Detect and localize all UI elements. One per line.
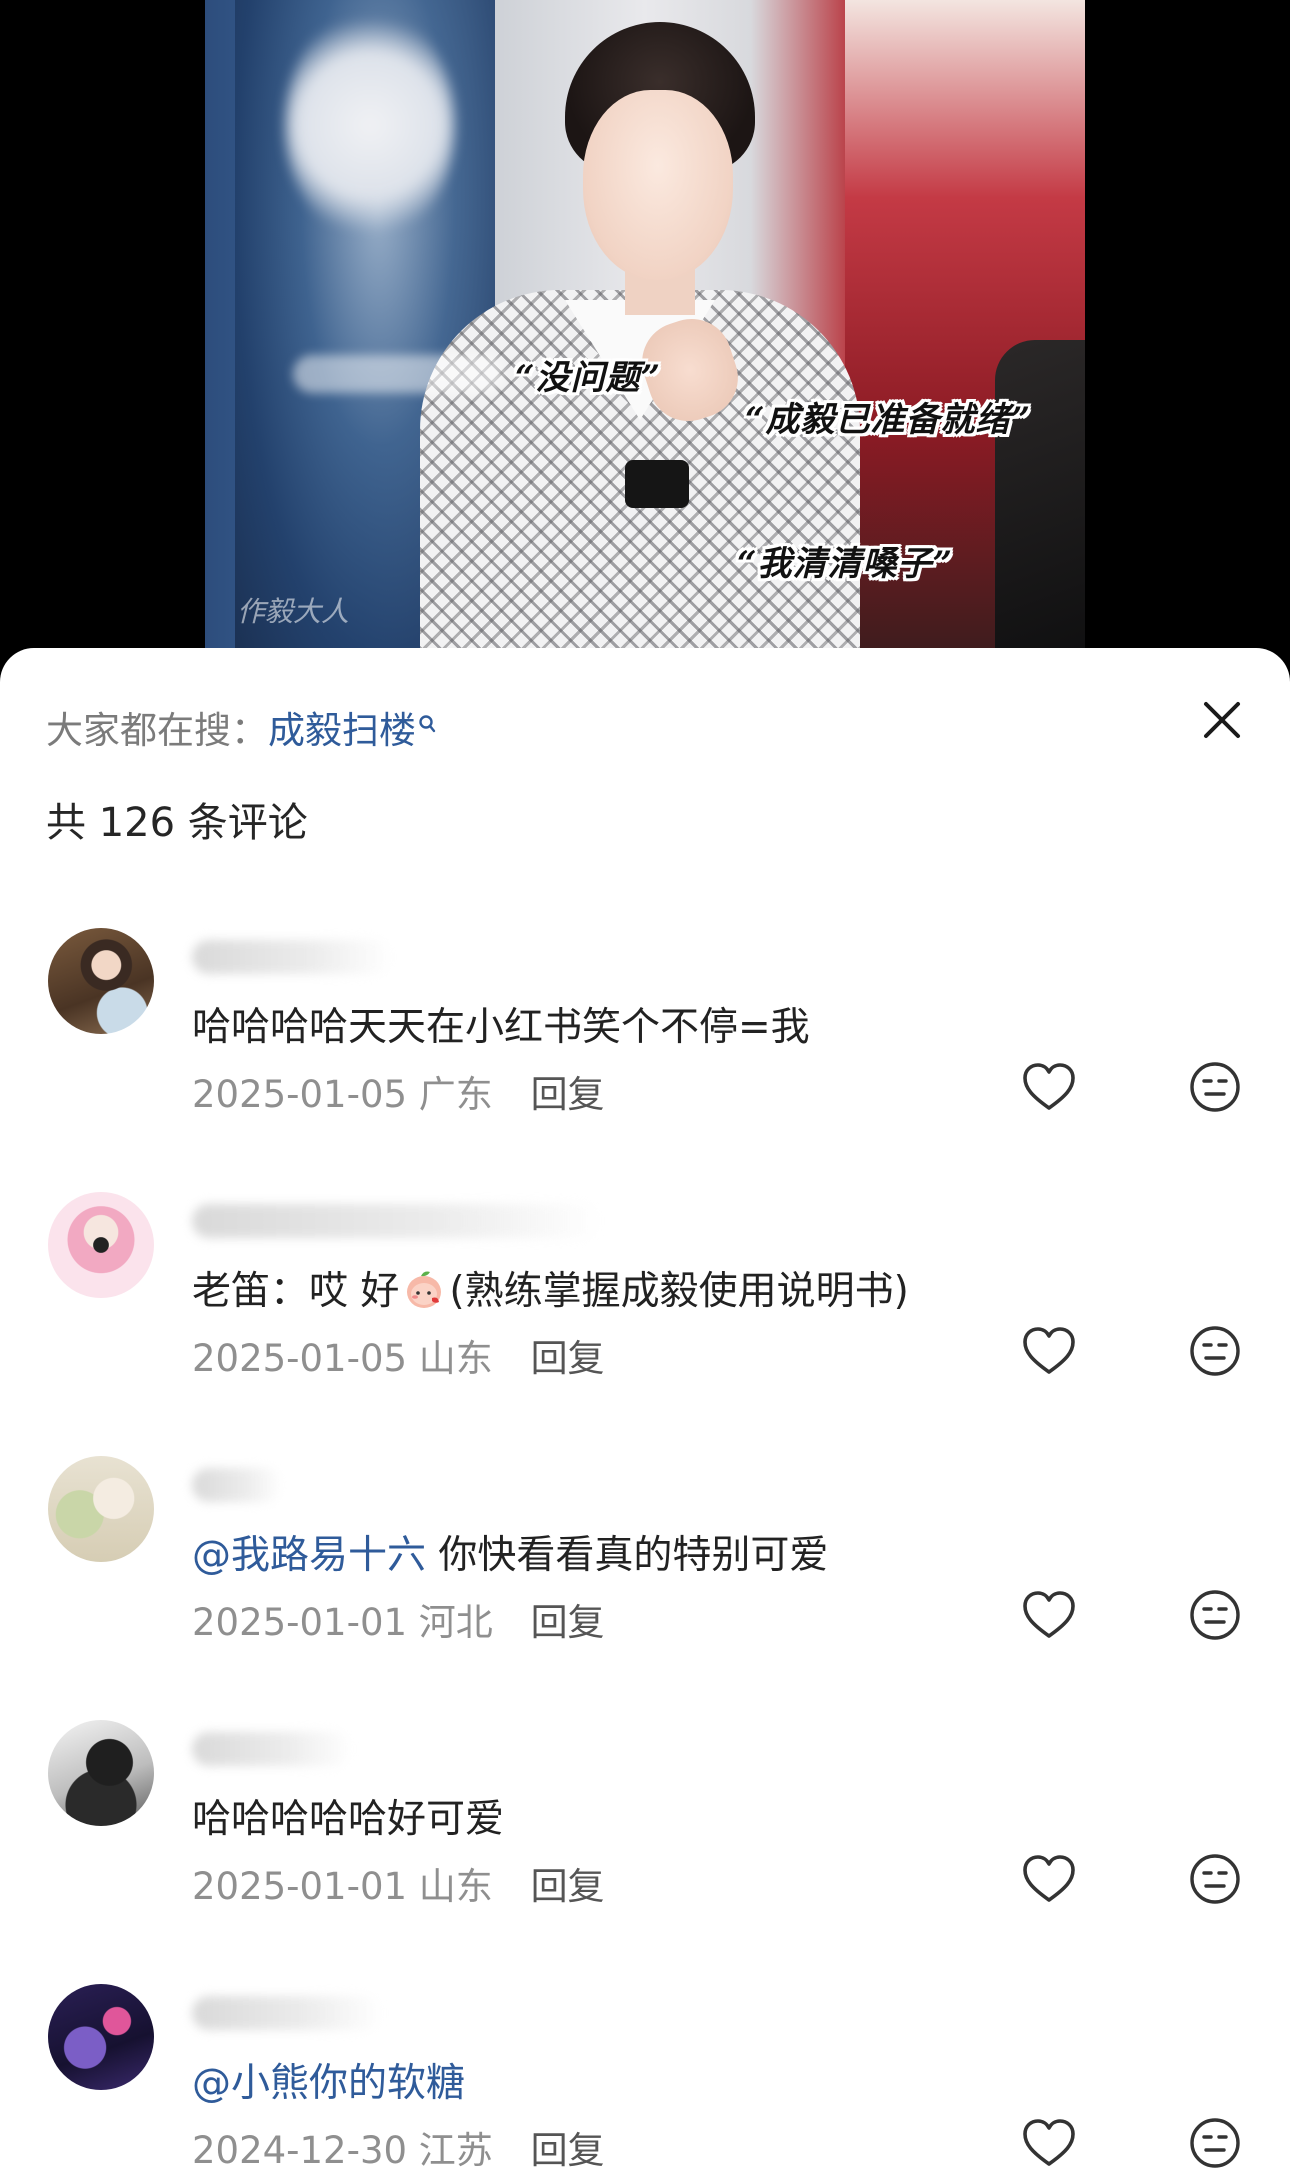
blurred-caption [293, 355, 503, 393]
close-icon[interactable] [1194, 692, 1250, 748]
neutral-face-icon[interactable] [1188, 2116, 1242, 2168]
mention-link[interactable]: @小熊你的软糖 [192, 2061, 465, 2106]
search-icon [418, 702, 436, 733]
comment-text: 哈哈哈哈哈好可爱 [192, 1788, 504, 1844]
avatar[interactable] [48, 1192, 154, 1298]
comment-location: 山东 [418, 1865, 493, 1908]
reply-button[interactable]: 回复 [531, 1601, 605, 1644]
heart-outline-icon[interactable] [1020, 2116, 1078, 2168]
video-player[interactable]: “没问题” “成毅已准备就绪” “我清清嗓子” 作毅大人 [0, 0, 1290, 660]
comment-item: 老笛：哎 好 (熟练掌握成毅使用说明书) 2025-01-05 山东 回复 [0, 1192, 1290, 1452]
comment-body: 哈哈哈哈哈好可爱 [192, 1797, 505, 1842]
comment-body: 哈哈哈哈天天在小红书笑个不停=我 [192, 1005, 810, 1050]
video-caption: “成毅已准备就绪” [745, 400, 1032, 440]
video-watermark: 作毅大人 [237, 595, 350, 628]
comment-item: @小熊你的软糖 2024-12-30 江苏 回复 [0, 1984, 1290, 2168]
comment-location: 河北 [418, 1601, 493, 1644]
comment-count: 共 126 条评论 [46, 800, 308, 846]
reply-button[interactable]: 回复 [531, 1865, 605, 1908]
comment-meta: 2024-12-30 江苏 回复 [192, 2120, 605, 2168]
video-caption: “没问题” [515, 358, 662, 398]
comment-location: 江苏 [418, 2129, 493, 2168]
reply-button[interactable]: 回复 [531, 2129, 605, 2168]
username-blurred[interactable] [192, 1204, 602, 1238]
comment-date: 2025-01-05 [192, 1337, 408, 1380]
video-caption: “我清清嗓子” [737, 544, 954, 584]
trending-search-term[interactable]: 成毅扫楼 [268, 709, 416, 752]
username-blurred[interactable] [192, 1468, 282, 1502]
video-figure-right-shadow [995, 340, 1085, 660]
comment-body: 老笛：哎 好 [192, 1269, 400, 1314]
comment-date: 2025-01-05 [192, 1073, 408, 1116]
comment-text: @我路易十六 你快看看真的特别可爱 [192, 1524, 828, 1580]
avatar[interactable] [48, 1984, 154, 2090]
comment-item: 哈哈哈哈哈好可爱 2025-01-01 山东 回复 [0, 1720, 1290, 1980]
comment-date: 2025-01-01 [192, 1865, 408, 1908]
comment-text: @小熊你的软糖 [192, 2052, 465, 2108]
comment-item: 哈哈哈哈天天在小红书笑个不停=我 2025-01-05 广东 回复 [0, 928, 1290, 1188]
comment-meta: 2025-01-01 河北 回复 [192, 1592, 605, 1646]
comment-meta: 2025-01-05 广东 回复 [192, 1064, 605, 1118]
heart-outline-icon[interactable] [1020, 1060, 1078, 1114]
neutral-face-icon[interactable] [1188, 1852, 1242, 1906]
comment-date: 2024-12-30 [192, 2129, 408, 2168]
comment-meta: 2025-01-01 山东 回复 [192, 1856, 605, 1910]
mention-link[interactable]: @我路易十六 [192, 1533, 426, 1578]
comment-sheet: 大家都在搜：成毅扫楼 共 126 条评论 哈哈哈哈天天在小红书笑个不停=我 20… [0, 648, 1290, 2168]
comment-item: @我路易十六 你快看看真的特别可爱 2025-01-01 河北 回复 [0, 1456, 1290, 1716]
comment-body: 你快看看真的特别可爱 [426, 1533, 829, 1578]
neutral-face-icon[interactable] [1188, 1324, 1242, 1378]
heart-outline-icon[interactable] [1020, 1324, 1078, 1378]
avatar[interactable] [48, 1720, 154, 1826]
peach-emoji-icon [401, 1266, 447, 1312]
username-blurred[interactable] [192, 940, 392, 974]
comment-location: 山东 [418, 1337, 493, 1380]
heart-outline-icon[interactable] [1020, 1588, 1078, 1642]
heart-outline-icon[interactable] [1020, 1852, 1078, 1906]
trending-search-prefix: 大家都在搜： [46, 709, 268, 752]
comment-text: 老笛：哎 好 (熟练掌握成毅使用说明书) [192, 1260, 909, 1316]
avatar[interactable] [48, 928, 154, 1034]
lapel-mic [625, 460, 689, 508]
username-blurred[interactable] [192, 1732, 352, 1766]
reply-button[interactable]: 回复 [531, 1337, 605, 1380]
video-frame[interactable]: “没问题” “成毅已准备就绪” “我清清嗓子” 作毅大人 [205, 0, 1085, 660]
username-blurred[interactable] [192, 1996, 382, 2030]
reply-button[interactable]: 回复 [531, 1073, 605, 1116]
avatar[interactable] [48, 1456, 154, 1562]
trending-search[interactable]: 大家都在搜：成毅扫楼 [46, 700, 436, 754]
comment-body-continued: (熟练掌握成毅使用说明书) [449, 1269, 909, 1314]
person-face [583, 90, 733, 280]
comment-text: 哈哈哈哈天天在小红书笑个不停=我 [192, 996, 810, 1052]
neutral-face-icon[interactable] [1188, 1588, 1242, 1642]
comment-location: 广东 [418, 1073, 493, 1116]
blurred-face [285, 10, 455, 240]
comment-meta: 2025-01-05 山东 回复 [192, 1328, 605, 1382]
comment-date: 2025-01-01 [192, 1601, 408, 1644]
neutral-face-icon[interactable] [1188, 1060, 1242, 1114]
